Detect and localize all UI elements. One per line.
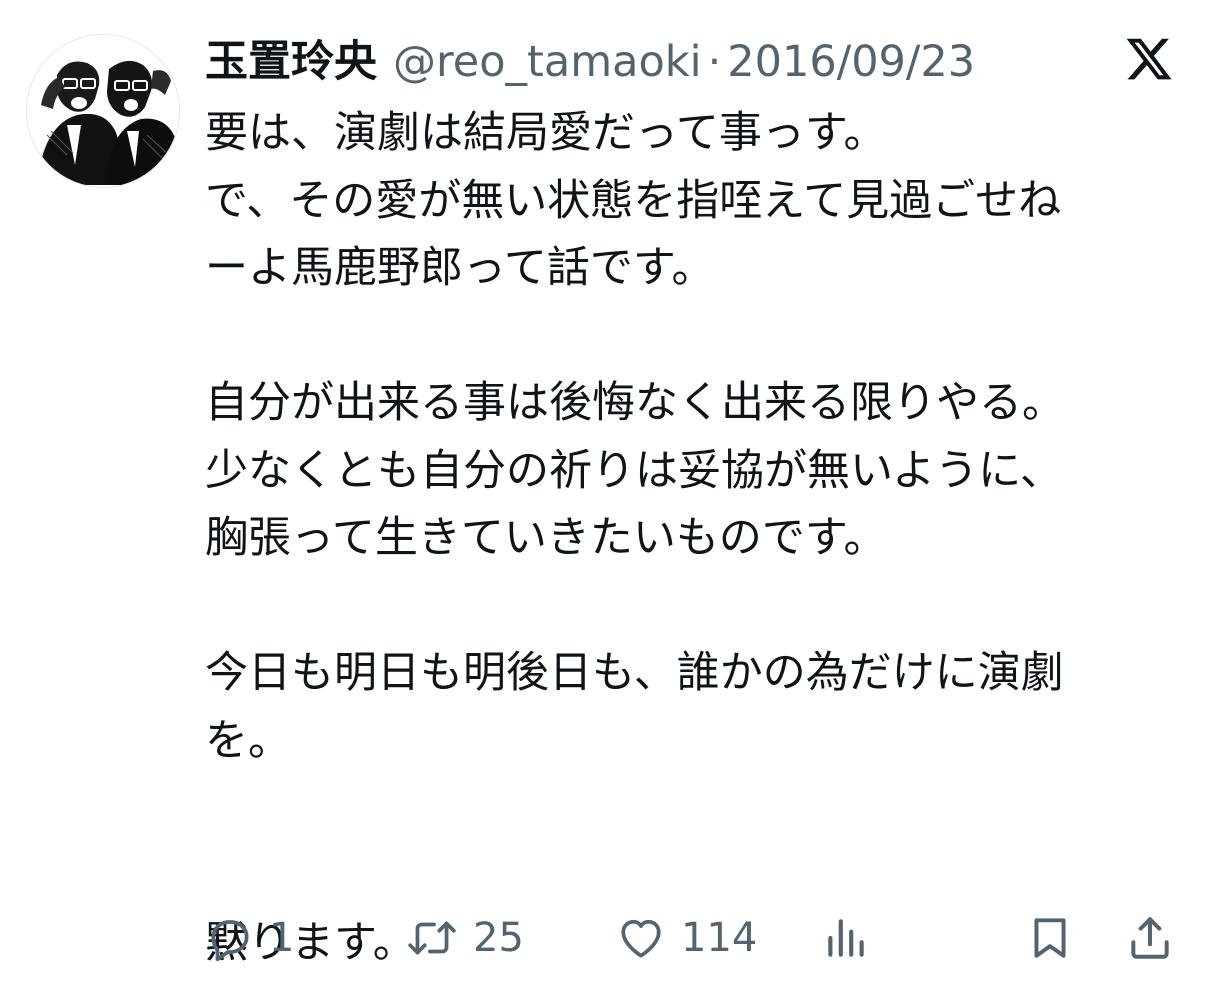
heart-icon <box>621 919 661 958</box>
tweet-line <box>205 843 1180 911</box>
share-icon <box>1131 917 1169 959</box>
tweet-line: 今日も明日も明後日も、誰かの為だけに演劇 <box>205 648 1064 698</box>
like-button[interactable]: 114 <box>615 905 757 971</box>
bookmark-icon <box>1034 918 1066 958</box>
tweet-header: 玉置玲央 @reo_tamaoki · 2016/09/23 <box>205 32 975 92</box>
tweet-line: で、その愛が無い状態を指咥えて見過ごせね <box>205 175 1062 226</box>
tweet-text: 要は、演劇は結局愛だって事っす。 で、その愛が無い状態を指咥えて見過ごせね ーよ… <box>205 100 1180 978</box>
retweet-icon <box>408 921 456 955</box>
user-handle[interactable]: @reo_tamaoki <box>393 32 702 92</box>
retweet-count: 25 <box>473 915 524 961</box>
reply-icon <box>211 920 249 962</box>
reply-count: 1 <box>269 915 295 961</box>
tweet-line <box>205 573 1180 641</box>
tweet-line: 要は、演劇は結局愛だって事っす。 <box>205 108 887 158</box>
tweet-line: 自分が出来る事は後悔なく出来る限りやる。 <box>205 378 1065 428</box>
tweet-line <box>205 775 1180 843</box>
retweet-button[interactable]: 25 <box>405 905 524 971</box>
tweet-line: 少なくとも自分の祈りは妥協が無いように、 <box>205 445 1063 496</box>
tweet-line: ーよ馬鹿野郎って話です。 <box>205 243 715 293</box>
x-logo-icon[interactable] <box>1124 34 1174 84</box>
action-bar: 1 25 114 <box>205 905 1175 971</box>
avatar[interactable] <box>26 34 180 188</box>
tweet-line: 胸張って生きていきたいものです。 <box>205 513 887 563</box>
header-separator: · <box>707 37 722 87</box>
views-button[interactable] <box>821 905 871 971</box>
tweet-line <box>205 303 1180 371</box>
reply-button[interactable]: 1 <box>205 905 294 971</box>
tweet-date[interactable]: 2016/09/23 <box>727 32 975 92</box>
display-name[interactable]: 玉置玲央 <box>205 32 377 92</box>
share-button[interactable] <box>1125 905 1175 971</box>
bookmark-button[interactable] <box>1025 905 1075 971</box>
tweet-line: を。 <box>205 715 291 766</box>
like-count: 114 <box>681 915 758 961</box>
avatar-illustration <box>27 35 179 187</box>
analytics-icon <box>828 919 864 957</box>
